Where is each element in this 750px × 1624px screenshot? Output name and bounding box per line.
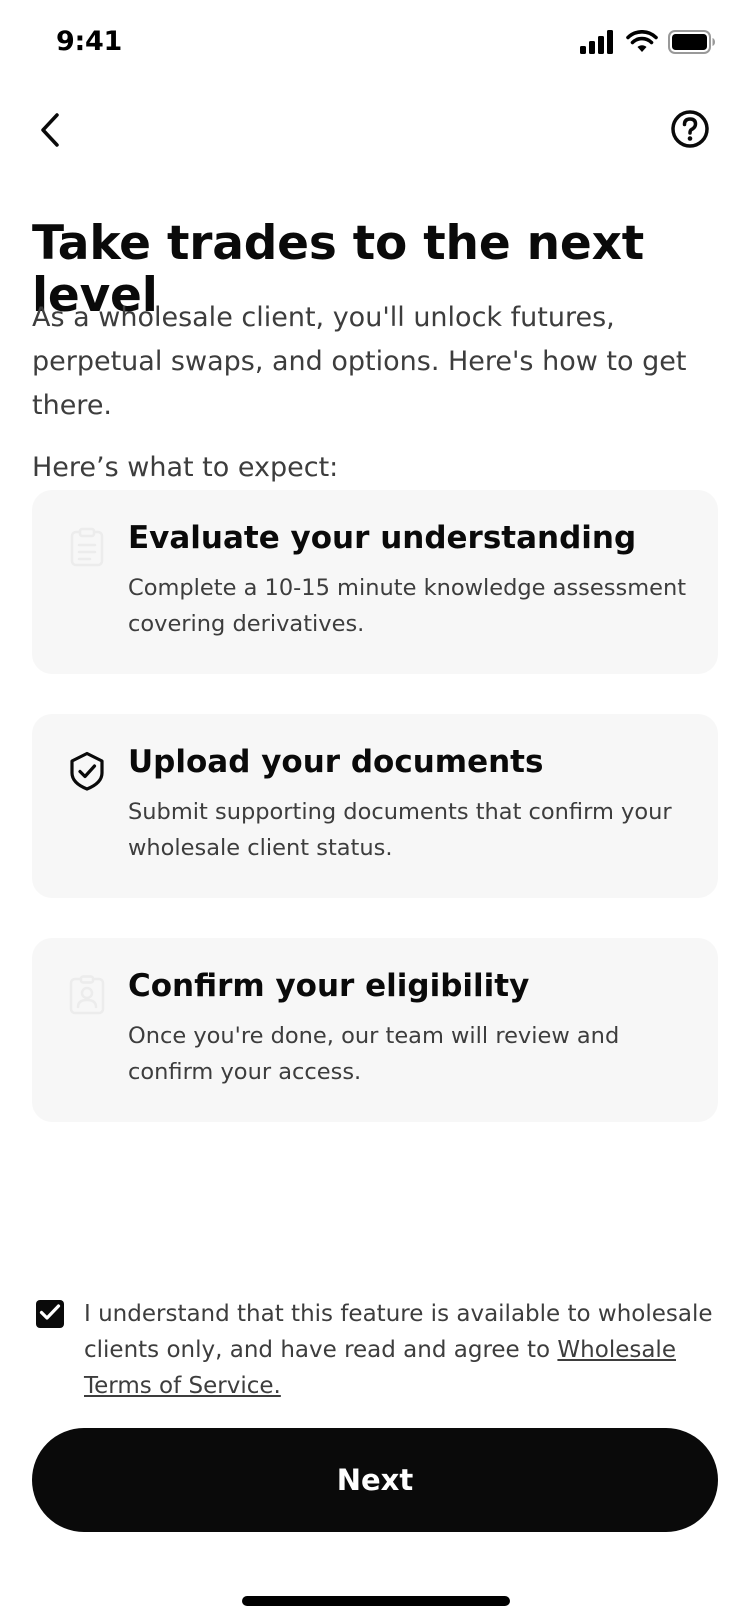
next-button[interactable]: Next <box>32 1428 718 1532</box>
step-card-upload: Upload your documents Submit supporting … <box>32 714 718 898</box>
status-bar: 9:41 <box>0 0 750 90</box>
checkmark-icon <box>39 1303 61 1325</box>
wifi-icon <box>626 30 658 58</box>
step-description: Once you're done, our team will review a… <box>128 1023 620 1085</box>
step-title: Confirm your eligibility <box>128 968 530 1004</box>
clipboard-icon <box>68 526 106 568</box>
step-card-confirm: Confirm your eligibility Once you're don… <box>32 938 718 1122</box>
shield-check-icon <box>68 750 106 792</box>
status-icons <box>580 30 716 58</box>
consent-checkbox[interactable] <box>36 1300 64 1328</box>
help-circle-icon <box>670 109 710 153</box>
step-title: Evaluate your understanding <box>128 520 637 556</box>
step-card-evaluate: Evaluate your understanding Complete a 1… <box>32 490 718 674</box>
help-button[interactable] <box>668 109 712 153</box>
step-description: Complete a 10-15 minute knowledge assess… <box>128 575 687 637</box>
home-indicator <box>242 1596 510 1606</box>
status-time: 9:41 <box>56 26 122 57</box>
id-badge-icon <box>68 974 106 1016</box>
consent-text: I understand that this feature is availa… <box>84 1296 724 1404</box>
step-title: Upload your documents <box>128 744 544 780</box>
page-subtitle: As a wholesale client, you'll unlock fut… <box>32 302 687 421</box>
chevron-left-icon <box>39 112 61 152</box>
back-button[interactable] <box>28 110 72 154</box>
cellular-signal-icon <box>580 30 616 58</box>
expect-label: Here’s what to expect: <box>32 452 339 483</box>
battery-icon <box>668 30 716 58</box>
step-description: Submit supporting documents that confirm… <box>128 799 672 861</box>
